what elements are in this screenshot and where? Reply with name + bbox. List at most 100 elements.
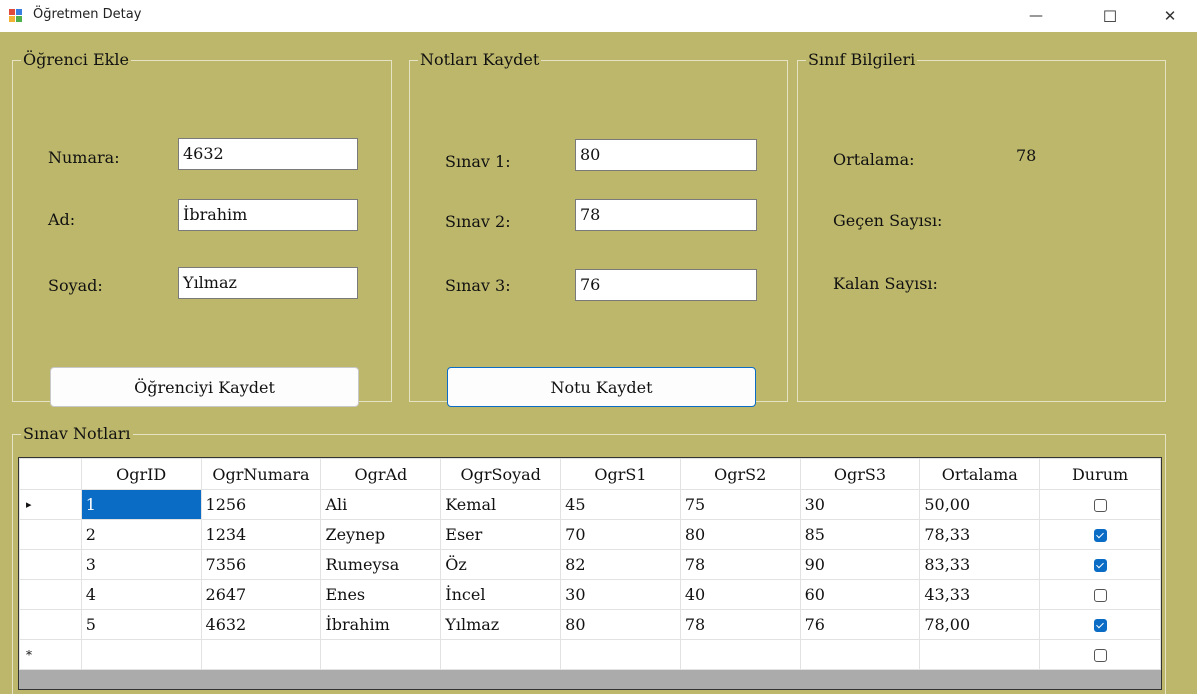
table-row[interactable]: 5 4632 İbrahim Yılmaz 80 78 76 78,00 (19, 609, 1161, 640)
notu-kaydet-button[interactable]: Notu Kaydet (447, 367, 756, 407)
column-header-ogrid[interactable]: OgrID (80, 458, 202, 490)
ad-label: Ad: (48, 210, 76, 229)
kalan-sayisi-label: Kalan Sayısı: (833, 274, 938, 293)
ortalama-value: 78 (1016, 146, 1037, 165)
durum-checkbox[interactable] (1093, 619, 1107, 632)
ortalama-label: Ortalama: (833, 150, 915, 169)
grid-cell[interactable] (320, 639, 442, 670)
table-row[interactable]: ▸ 1 1256 Ali Kemal 45 75 30 50,00 (19, 489, 1161, 520)
column-header-ogrs2[interactable]: OgrS2 (679, 458, 801, 490)
grid-cell[interactable]: 1256 (200, 489, 322, 520)
numara-input[interactable]: 4632 (178, 138, 358, 170)
column-header-ogrs1[interactable]: OgrS1 (560, 458, 681, 490)
durum-cell[interactable] (1039, 579, 1161, 610)
row-header-corner[interactable] (19, 458, 82, 490)
row-header[interactable] (19, 579, 82, 610)
grid-cell[interactable]: Yılmaz (440, 609, 562, 640)
grid-cell[interactable]: 2 (80, 519, 202, 550)
grid-cell[interactable] (560, 639, 681, 670)
grid-cell[interactable]: 40 (679, 579, 801, 610)
grid-cell[interactable] (799, 639, 921, 670)
ogrenciyi-kaydet-button[interactable]: Öğrenciyi Kaydet (50, 367, 359, 407)
row-header[interactable] (19, 549, 82, 580)
row-header[interactable]: ▸ (19, 489, 82, 520)
grid-cell[interactable]: 4632 (200, 609, 322, 640)
grid-cell[interactable]: 85 (799, 519, 921, 550)
grid-cell[interactable]: 2647 (200, 579, 322, 610)
column-header-durum[interactable]: Durum (1039, 458, 1161, 490)
durum-checkbox[interactable] (1093, 649, 1107, 662)
sinav2-input[interactable]: 78 (575, 199, 757, 231)
grid-cell[interactable]: Öz (440, 549, 562, 580)
durum-cell[interactable] (1039, 519, 1161, 550)
grid-cell[interactable]: 1 (80, 489, 202, 520)
durum-cell[interactable] (1039, 489, 1161, 520)
grid-cell[interactable]: İncel (440, 579, 562, 610)
grid-cell[interactable] (919, 639, 1041, 670)
column-header-ortalama[interactable]: Ortalama (919, 458, 1041, 490)
new-row[interactable]: * (19, 639, 1161, 670)
close-button[interactable]: ✕ (1147, 0, 1193, 32)
grid-cell[interactable]: 45 (560, 489, 681, 520)
grid-cell[interactable] (440, 639, 562, 670)
grid-cell[interactable]: 5 (80, 609, 202, 640)
grid-cell[interactable]: 75 (679, 489, 801, 520)
grid-cell[interactable]: 78 (679, 609, 801, 640)
grid-cell[interactable]: 78 (679, 549, 801, 580)
grid-cell[interactable]: 50,00 (919, 489, 1041, 520)
grid-cell[interactable]: 82 (560, 549, 681, 580)
grid-cell[interactable]: 78,33 (919, 519, 1041, 550)
grid-cell[interactable]: Zeynep (320, 519, 442, 550)
column-header-ogrnumara[interactable]: OgrNumara (200, 458, 322, 490)
grid-cell[interactable]: Rumeysa (320, 549, 442, 580)
group-title-sinif-bilgileri: Sınıf Bilgileri (806, 50, 918, 70)
durum-cell[interactable] (1039, 549, 1161, 580)
grid-cell[interactable]: 1234 (200, 519, 322, 550)
grid-cell[interactable] (200, 639, 322, 670)
table-row[interactable]: 3 7356 Rumeysa Öz 82 78 90 83,33 (19, 549, 1161, 580)
soyad-input[interactable]: Yılmaz (178, 267, 358, 299)
app-icon (9, 9, 23, 23)
durum-checkbox[interactable] (1093, 529, 1107, 542)
grid-cell[interactable]: 78,00 (919, 609, 1041, 640)
grid-cell[interactable]: Eser (440, 519, 562, 550)
grid-cell[interactable]: Enes (320, 579, 442, 610)
column-header-ogrs3[interactable]: OgrS3 (799, 458, 921, 490)
grid-cell[interactable]: 30 (560, 579, 681, 610)
minimize-button[interactable]: — (1013, 0, 1059, 32)
grid-cell[interactable]: İbrahim (320, 609, 442, 640)
sinav3-input[interactable]: 76 (575, 269, 757, 301)
maximize-button[interactable]: ☐ (1087, 0, 1133, 32)
grid-cell[interactable]: 4 (80, 579, 202, 610)
grid-cell[interactable] (80, 639, 202, 670)
grid-cell[interactable]: 70 (560, 519, 681, 550)
sinav-notlari-grid[interactable]: OgrID OgrNumara OgrAd OgrSoyad OgrS1 Ogr… (18, 457, 1162, 690)
grid-cell[interactable]: 80 (560, 609, 681, 640)
ad-input[interactable]: İbrahim (178, 199, 358, 231)
column-header-ogrsoyad[interactable]: OgrSoyad (440, 458, 562, 490)
row-header[interactable] (19, 609, 82, 640)
column-header-ograd[interactable]: OgrAd (320, 458, 442, 490)
table-row[interactable]: 2 1234 Zeynep Eser 70 80 85 78,33 (19, 519, 1161, 550)
grid-cell[interactable]: 43,33 (919, 579, 1041, 610)
grid-cell[interactable]: 30 (799, 489, 921, 520)
grid-cell[interactable]: 83,33 (919, 549, 1041, 580)
durum-checkbox[interactable] (1093, 499, 1107, 512)
grid-cell[interactable]: Ali (320, 489, 442, 520)
table-row[interactable]: 4 2647 Enes İncel 30 40 60 43,33 (19, 579, 1161, 610)
grid-cell[interactable] (679, 639, 801, 670)
durum-checkbox[interactable] (1093, 589, 1107, 602)
durum-cell[interactable] (1039, 639, 1161, 670)
new-row-header[interactable]: * (19, 639, 82, 670)
durum-checkbox[interactable] (1093, 559, 1107, 572)
grid-cell[interactable]: Kemal (440, 489, 562, 520)
grid-cell[interactable]: 60 (799, 579, 921, 610)
grid-cell[interactable]: 7356 (200, 549, 322, 580)
grid-cell[interactable]: 76 (799, 609, 921, 640)
grid-cell[interactable]: 90 (799, 549, 921, 580)
grid-cell[interactable]: 80 (679, 519, 801, 550)
durum-cell[interactable] (1039, 609, 1161, 640)
row-header[interactable] (19, 519, 82, 550)
grid-cell[interactable]: 3 (80, 549, 202, 580)
sinav1-input[interactable]: 80 (575, 139, 757, 171)
